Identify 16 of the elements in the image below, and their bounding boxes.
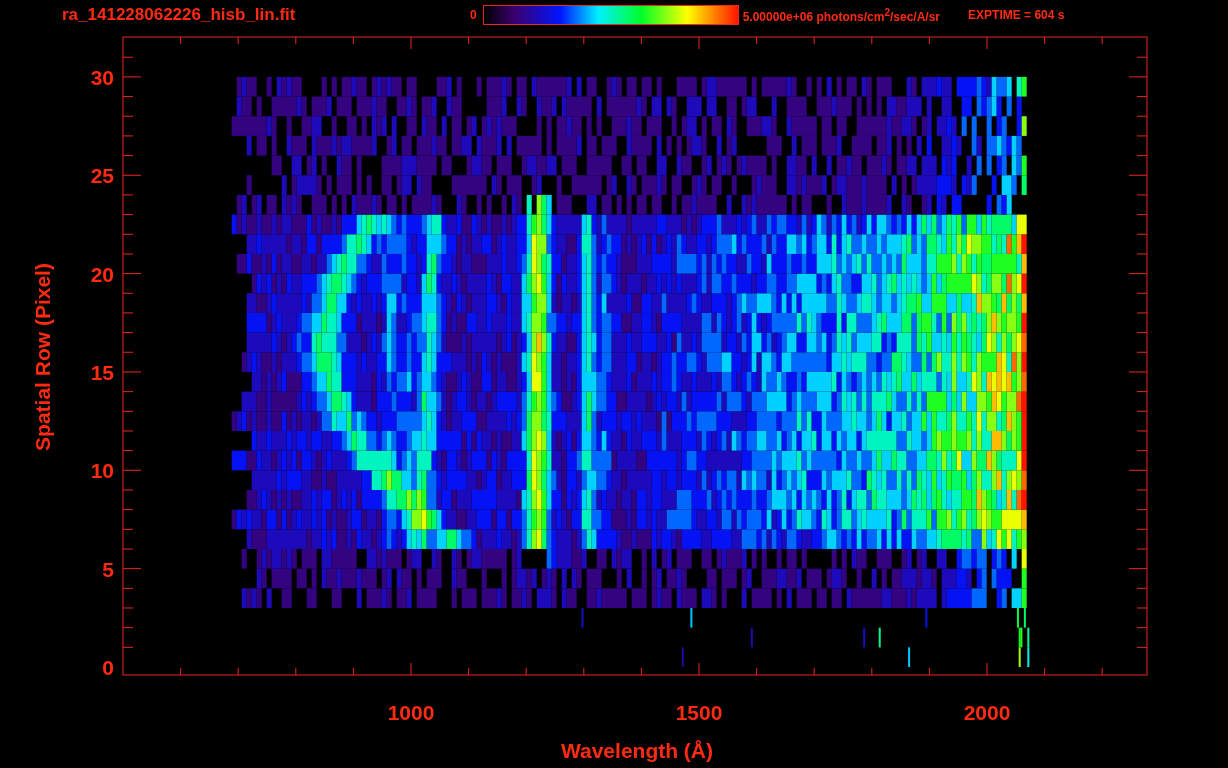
y-tick-label: 20: [90, 262, 114, 286]
exposure-time: EXPTIME = 604 s: [968, 8, 1065, 22]
y-axis-title: Spatial Row (Pixel): [31, 263, 54, 451]
y-tick-label: 25: [90, 164, 114, 188]
x-tick-label: 1500: [675, 701, 723, 724]
y-tick-label: 30: [90, 65, 114, 89]
y-tick-label: 10: [90, 459, 114, 483]
x-axis-title: Wavelength (Å): [560, 739, 714, 762]
y-tick-label: 5: [102, 557, 114, 581]
y-tick-label: 15: [90, 360, 114, 384]
file-title: ra_141228062226_hisb_lin.fit: [62, 5, 297, 25]
x-tick-label: 2000: [963, 701, 1011, 724]
x-tick-label: 1000: [387, 701, 435, 724]
y-tick-label: 0: [102, 656, 114, 679]
colorbar-max-label: 5.00000e+06 photons/cm$^{2}$/sec/A/sr: [742, 6, 941, 24]
colorbar-min-label: 0: [470, 8, 477, 22]
